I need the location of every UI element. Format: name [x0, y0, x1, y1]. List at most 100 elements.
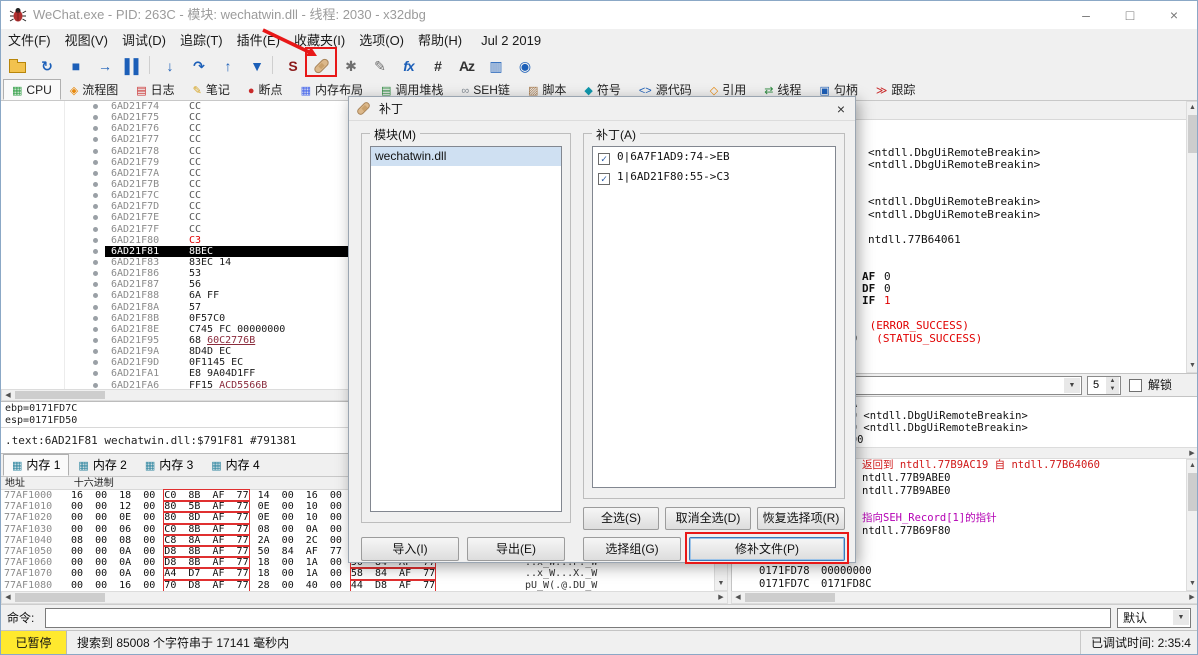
breakpoint-gutter[interactable] — [65, 302, 105, 313]
memory-tab-4[interactable]: ▦ 内存 4 — [202, 454, 268, 476]
menu-item-debug[interactable]: 调试(D) — [115, 29, 173, 53]
toolbar-strings-button[interactable]: Az — [454, 54, 479, 78]
patch-dialog-titlebar[interactable]: 补丁 × — [349, 97, 855, 121]
toolbar-breakpoint-list-button[interactable]: # — [425, 54, 450, 78]
left-bottom-horizontal-scrollbar[interactable]: ◀ ▶ — [1, 591, 728, 604]
restore-selected-button[interactable]: 恢复选择项(R) — [757, 507, 845, 530]
breakpoint-gutter[interactable] — [65, 157, 105, 168]
toolbar-open-file-button[interactable] — [5, 54, 30, 78]
tab-trace[interactable]: ≫ 跟踪 — [867, 79, 925, 100]
command-profile-select[interactable]: 默认 ▼ — [1117, 608, 1191, 628]
stack-row[interactable]: 0171FD78 00000000 — [732, 565, 1186, 578]
breakpoint-gutter[interactable] — [65, 235, 105, 246]
toolbar-step-out-button[interactable]: ↑ — [215, 54, 240, 78]
breakpoint-gutter[interactable] — [65, 346, 105, 357]
breakpoint-gutter[interactable] — [65, 101, 105, 112]
args-count-spinner[interactable]: 5 ▲ ▼ — [1087, 376, 1121, 395]
memory-tab-3[interactable]: ▦ 内存 3 — [136, 454, 202, 476]
menu-item-file[interactable]: 文件(F) — [1, 29, 58, 53]
memory-tab-1[interactable]: ▦ 内存 1 — [3, 454, 70, 476]
module-list-item[interactable]: wechatwin.dll — [371, 147, 561, 166]
breakpoint-gutter[interactable] — [65, 190, 105, 201]
breakpoint-gutter[interactable] — [65, 257, 105, 268]
toolbar-settings-button[interactable]: ✱ — [338, 54, 363, 78]
memory-tab-2[interactable]: ▦ 内存 2 — [69, 454, 135, 476]
close-button[interactable]: × — [1153, 1, 1195, 29]
chevron-down-icon[interactable]: ▼ — [1173, 610, 1189, 625]
menu-item-help[interactable]: 帮助(H) — [411, 29, 469, 53]
toolbar-calculator-button[interactable]: fx — [396, 54, 421, 78]
toolbar-restart-button[interactable]: ↻ — [34, 54, 59, 78]
stack-vertical-scrollbar[interactable]: ▲ ▼ — [1186, 459, 1197, 591]
scroll-thumb[interactable] — [1188, 115, 1197, 153]
command-input[interactable] — [45, 608, 1111, 628]
breakpoint-gutter[interactable] — [65, 268, 105, 279]
scroll-down-icon[interactable]: ▼ — [1187, 360, 1197, 372]
breakpoint-gutter[interactable] — [65, 224, 105, 235]
tab-breakpoints[interactable]: ● 断点 — [239, 79, 292, 100]
dump-row[interactable]: 77AF1080 00 00 16 00 70 D8 AF 77 28 00 40 0… — [1, 578, 714, 591]
patch-checkbox[interactable]: ✓ — [598, 153, 610, 165]
scroll-left-icon[interactable]: ◀ — [2, 592, 14, 603]
right-bottom-horizontal-scrollbar[interactable]: ◀ ▶ — [731, 591, 1197, 604]
dialog-close-button[interactable]: × — [831, 99, 851, 119]
toolbar-appearance-button[interactable]: ✎ — [367, 54, 392, 78]
tab-notes[interactable]: ✎ 笔记 — [184, 79, 239, 100]
scroll-right-icon[interactable]: ▶ — [715, 592, 727, 603]
minimize-button[interactable]: – — [1065, 1, 1107, 29]
patch-list-item[interactable]: ✓ 0|6A7F1AD9:74->EB — [593, 147, 835, 167]
scroll-thumb[interactable] — [1188, 473, 1197, 511]
breakpoint-gutter[interactable] — [65, 146, 105, 157]
scroll-left-icon[interactable]: ◀ — [732, 592, 744, 603]
toolbar-search-button[interactable]: ◉ — [512, 54, 537, 78]
breakpoint-gutter[interactable] — [65, 368, 105, 379]
toolbar-pause-button[interactable]: ▌▌ — [121, 54, 146, 78]
breakpoint-gutter[interactable] — [65, 380, 105, 389]
toolbar-run-button[interactable]: → — [92, 54, 117, 78]
import-button[interactable]: 导入(I) — [361, 537, 459, 561]
breakpoint-gutter[interactable] — [65, 335, 105, 346]
registers-vertical-scrollbar[interactable]: ▲ ▼ — [1186, 101, 1197, 373]
menu-item-view[interactable]: 视图(V) — [58, 29, 115, 53]
breakpoint-gutter[interactable] — [65, 134, 105, 145]
maximize-button[interactable]: □ — [1109, 1, 1151, 29]
breakpoint-gutter[interactable] — [65, 324, 105, 335]
chevron-down-icon[interactable]: ▼ — [1064, 378, 1080, 393]
breakpoint-gutter[interactable] — [65, 212, 105, 223]
patch-checkbox[interactable]: ✓ — [598, 173, 610, 185]
tab-log[interactable]: ▤ 日志 — [127, 79, 183, 100]
scroll-down-icon[interactable]: ▼ — [1187, 578, 1197, 590]
scroll-right-icon[interactable]: ▶ — [1186, 448, 1197, 458]
breakpoint-gutter[interactable] — [65, 123, 105, 134]
breakpoint-gutter[interactable] — [65, 168, 105, 179]
toolbar-step-into-button[interactable]: ↓ — [157, 54, 182, 78]
menu-item-trace[interactable]: 追踪(T) — [173, 29, 230, 53]
scroll-down-icon[interactable]: ▼ — [715, 578, 727, 590]
deselect-all-button[interactable]: 取消全选(D) — [665, 507, 751, 530]
scroll-up-icon[interactable]: ▲ — [1187, 460, 1197, 472]
select-group-button[interactable]: 选择组(G) — [583, 537, 681, 561]
breakpoint-gutter[interactable] — [65, 313, 105, 324]
scroll-right-icon[interactable]: ▶ — [1186, 592, 1197, 603]
menu-item-options[interactable]: 选项(O) — [352, 29, 411, 53]
select-all-button[interactable]: 全选(S) — [583, 507, 659, 530]
scroll-thumb[interactable] — [15, 391, 105, 399]
breakpoint-gutter[interactable] — [65, 290, 105, 301]
unlock-checkbox[interactable] — [1129, 379, 1142, 392]
breakpoint-gutter[interactable] — [65, 279, 105, 290]
scroll-thumb[interactable] — [15, 593, 105, 602]
toolbar-step-over-button[interactable]: ↷ — [186, 54, 211, 78]
breakpoint-gutter[interactable] — [65, 179, 105, 190]
export-button[interactable]: 导出(E) — [467, 537, 565, 561]
breakpoint-gutter[interactable] — [65, 357, 105, 368]
scroll-up-icon[interactable]: ▲ — [1187, 102, 1197, 114]
toolbar-memory-window-button[interactable]: ▥ — [483, 54, 508, 78]
breakpoint-gutter[interactable] — [65, 246, 105, 257]
tab-graph[interactable]: ◈ 流程图 — [61, 79, 127, 100]
tab-cpu[interactable]: ▦ CPU — [3, 79, 61, 100]
breakpoint-gutter[interactable] — [65, 201, 105, 212]
stack-row[interactable]: 0171FD7C 0171FD8C — [732, 578, 1186, 591]
breakpoint-gutter[interactable] — [65, 112, 105, 123]
toolbar-stop-button[interactable]: ■ — [63, 54, 88, 78]
spinner-arrows-icon[interactable]: ▲ ▼ — [1106, 377, 1119, 394]
